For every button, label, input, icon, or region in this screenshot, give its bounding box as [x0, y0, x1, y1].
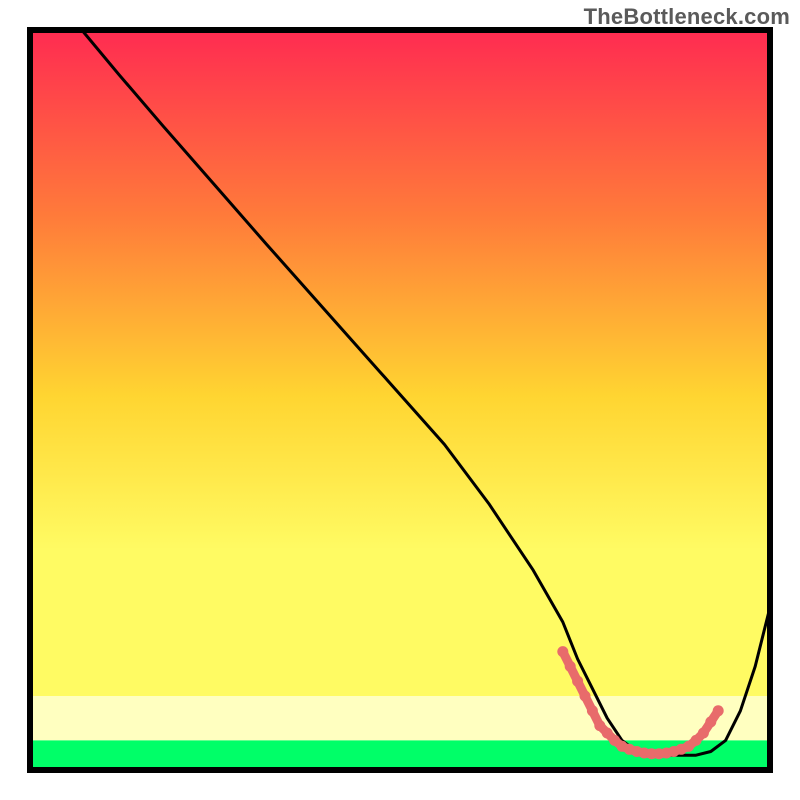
pale-band — [30, 696, 770, 740]
highlight-dot — [698, 728, 709, 739]
highlight-dot — [705, 716, 716, 727]
highlight-dot — [572, 676, 583, 687]
bottleneck-chart — [0, 0, 800, 800]
gradient-background — [30, 30, 770, 696]
highlight-dot — [580, 691, 591, 702]
highlight-dot — [565, 661, 576, 672]
highlight-dot — [587, 705, 598, 716]
highlight-dot — [557, 646, 568, 657]
chart-container: TheBottleneck.com — [0, 0, 800, 800]
attribution-label: TheBottleneck.com — [584, 4, 790, 30]
highlight-dot — [713, 705, 724, 716]
